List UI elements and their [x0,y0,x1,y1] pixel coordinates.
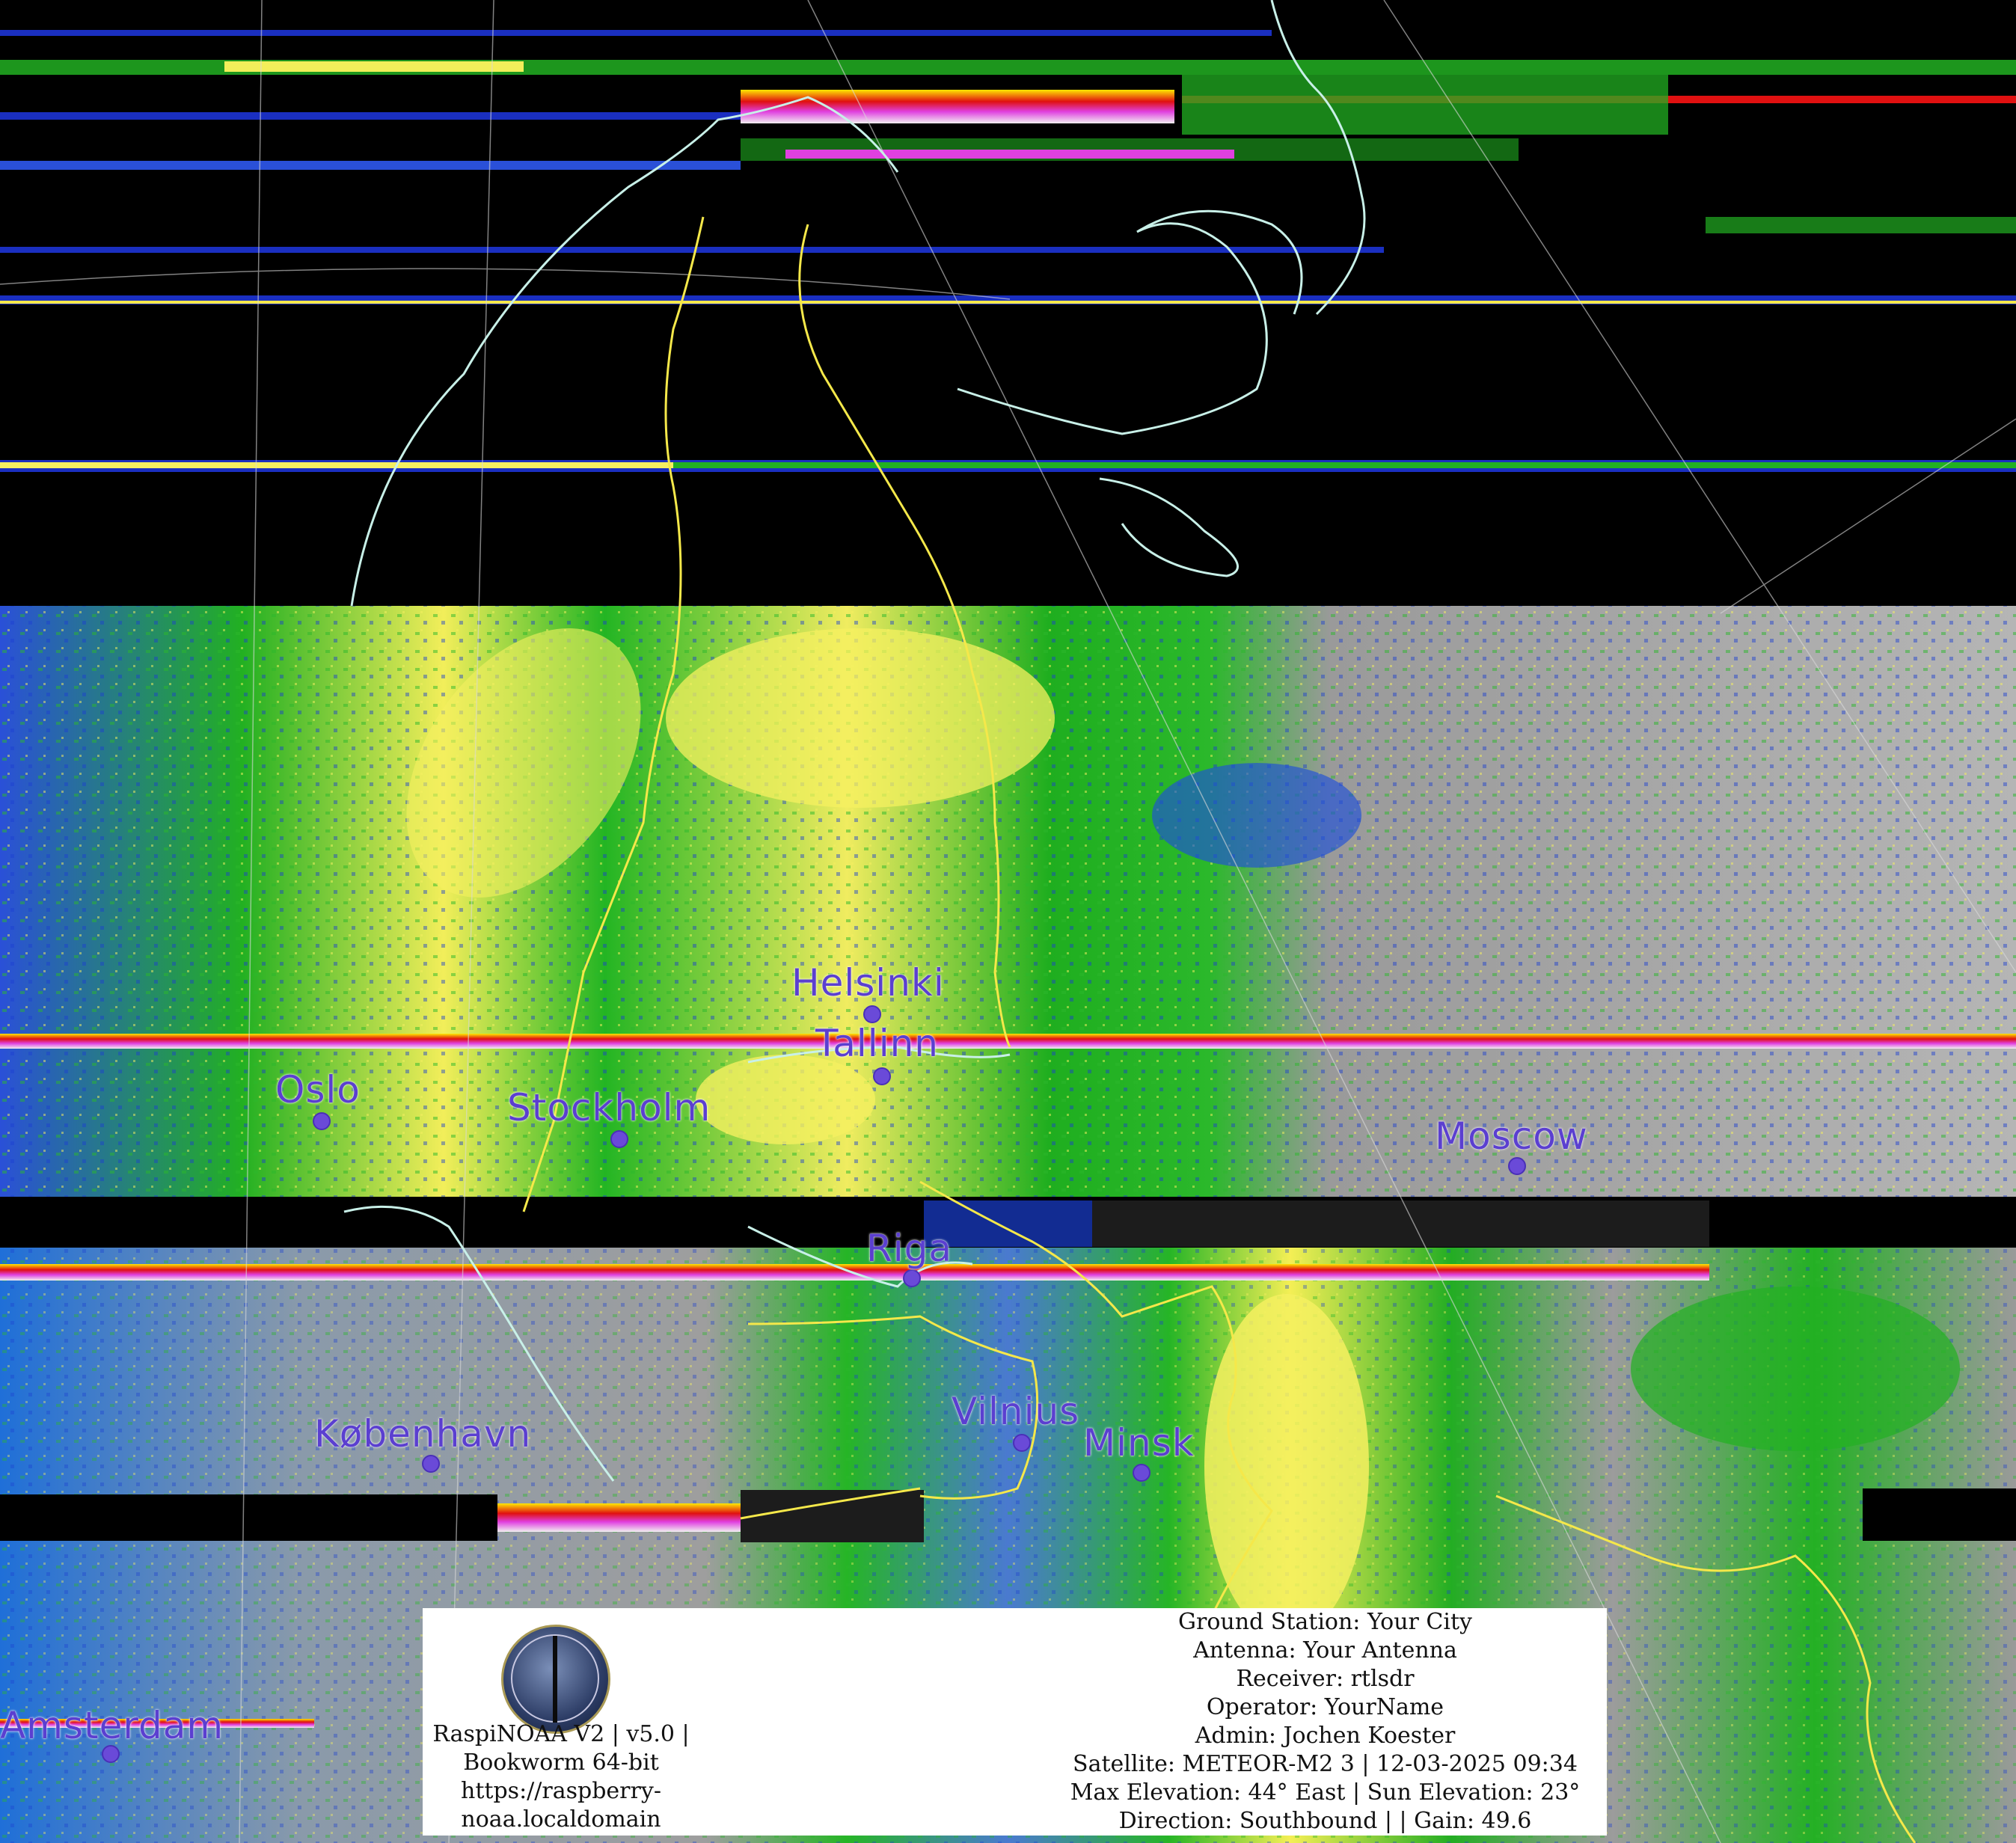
city-dot-vilnius [1013,1434,1031,1452]
city-dot-moscow [1508,1157,1526,1175]
receiver-line: Receiver: rtlsdr [1236,1666,1415,1692]
city-label-vilnius: Vilnius [952,1390,1080,1433]
city-label-riga: Riga [866,1227,953,1270]
city-dot-kobenhavn [422,1455,440,1473]
city-label-oslo: Oslo [275,1068,361,1111]
operator-line: Operator: YourName [1206,1694,1444,1720]
city-label-helsinki: Helsinki [791,961,945,1005]
software-info-line: https://raspberry- [461,1778,661,1804]
city-dot-riga [903,1269,921,1287]
city-dot-minsk [1133,1464,1151,1482]
raspinoaa-logo [501,1625,610,1734]
direction-line: Direction: Southbound | | Gain: 49.6 [1118,1808,1532,1834]
elevation-line: Max Elevation: 44° East | Sun Elevation:… [1070,1779,1581,1806]
software-info-line: Bookworm 64-bit [463,1750,659,1776]
city-label-minsk: Minsk [1083,1421,1195,1465]
city-dot-tallinn [873,1067,891,1085]
info-panel: RaspiNOAA V2 | v5.0 | Bookworm 64-bit ht… [423,1608,1607,1836]
satellite-line: Satellite: METEOR-M2 3 | 12-03-2025 09:3… [1073,1751,1578,1777]
city-label-tallinn: Tallinn [815,1022,939,1065]
city-dot-oslo [313,1112,331,1130]
satellite-image [0,0,2016,1843]
city-label-moscow: Moscow [1435,1114,1588,1158]
ground-station-line: Ground Station: Your City [1178,1609,1472,1635]
city-label-stockholm: Stockholm [507,1086,711,1129]
pass-info: Ground Station: Your City Antenna: Your … [1044,1608,1607,1836]
software-info-line: RaspiNOAA V2 | v5.0 | [432,1721,690,1747]
software-info-line: noaa.localdomain [461,1806,661,1833]
antenna-line: Antenna: Your Antenna [1193,1637,1457,1663]
city-dot-stockholm [610,1130,628,1148]
city-dot-amsterdam [102,1745,120,1763]
software-info: RaspiNOAA V2 | v5.0 | Bookworm 64-bit ht… [423,1720,699,1834]
city-label-amsterdam: Amsterdam [0,1704,224,1747]
city-label-kobenhavn: København [314,1412,532,1456]
admin-line: Admin: Jochen Koester [1195,1723,1456,1749]
city-dot-helsinki [863,1005,881,1023]
